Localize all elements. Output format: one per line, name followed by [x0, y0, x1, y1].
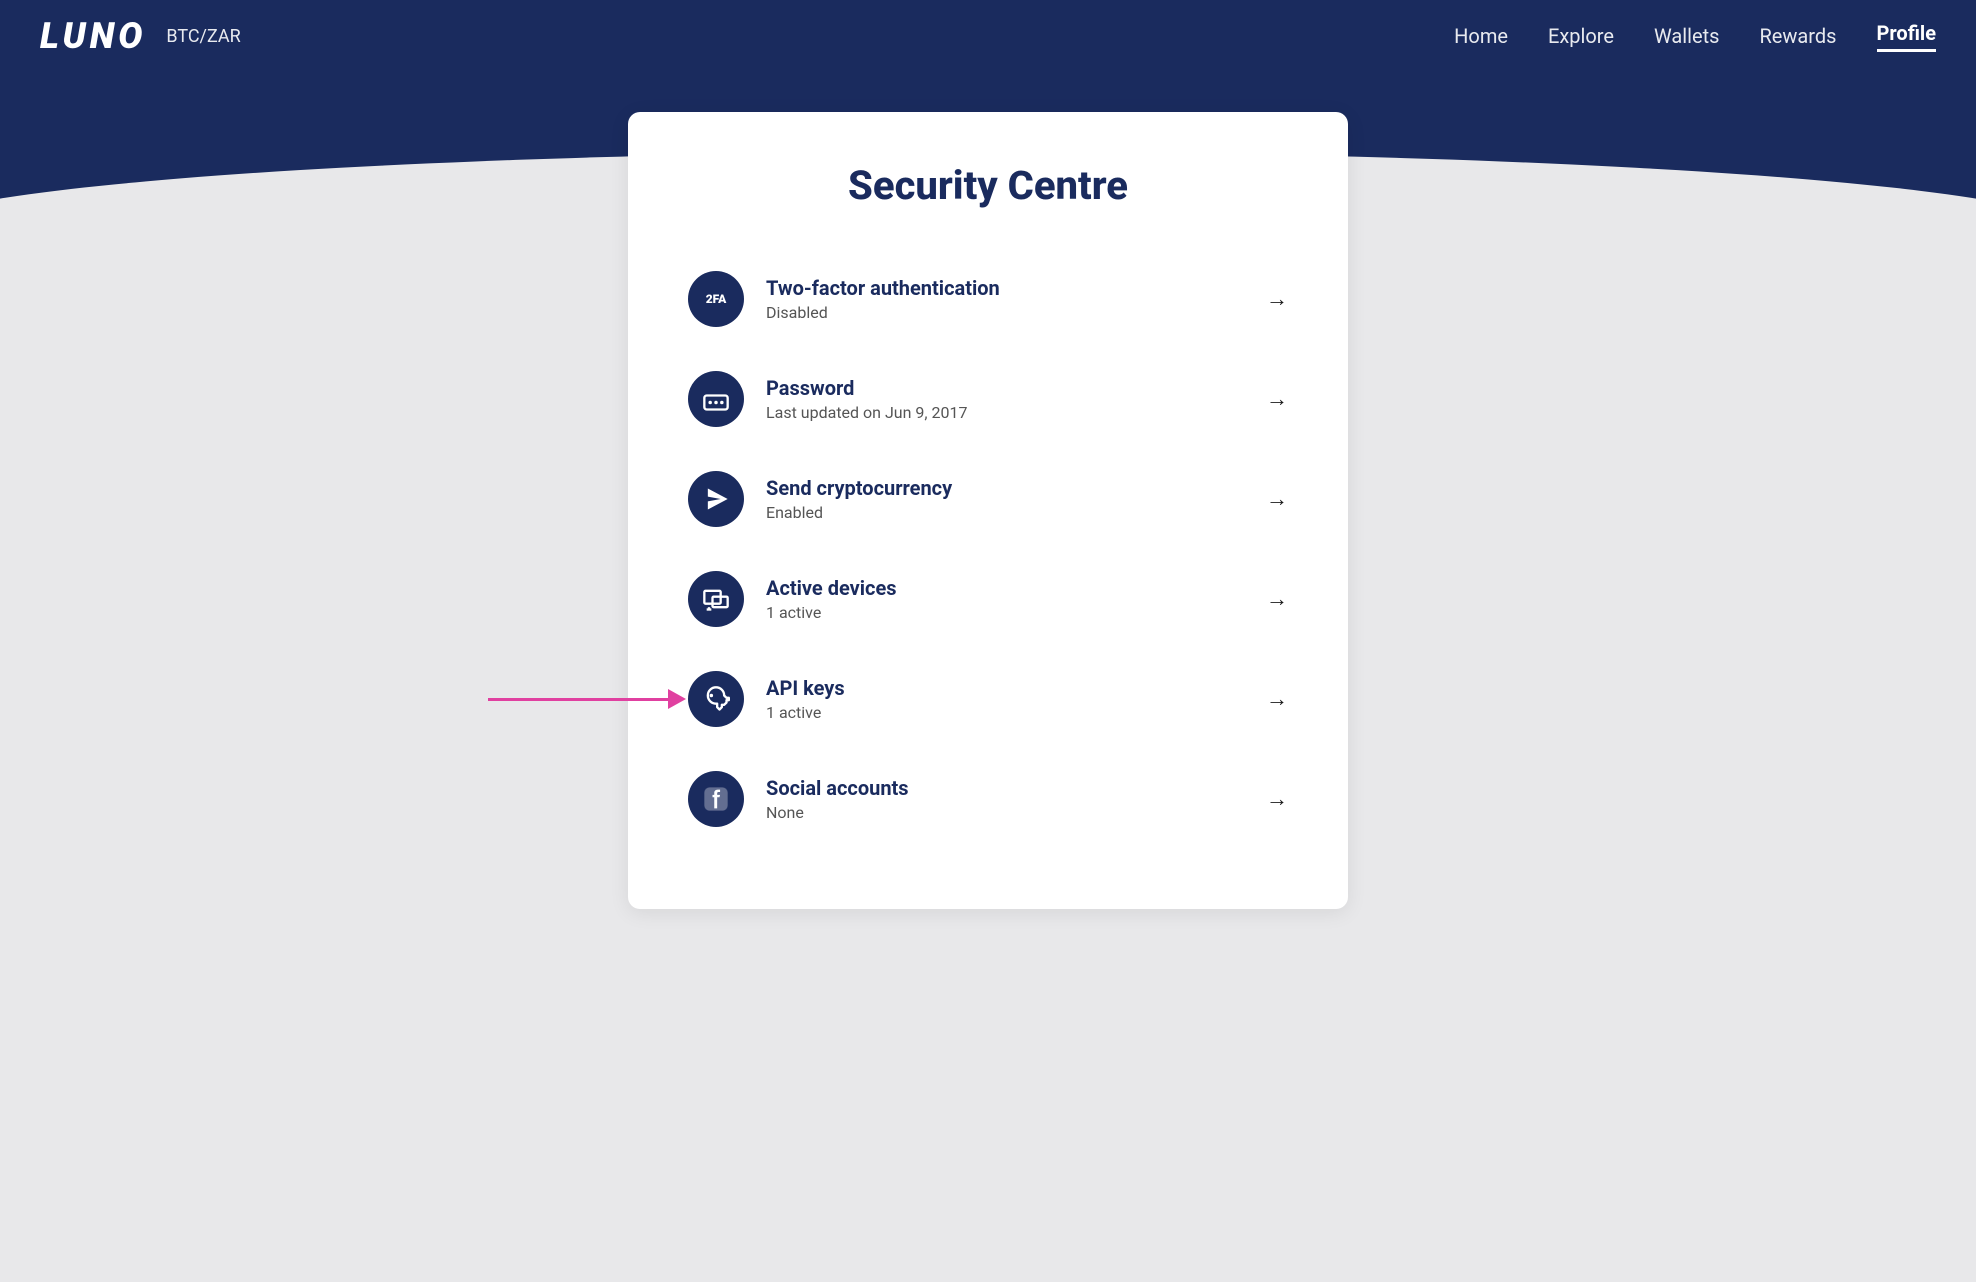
item-subtitle-social-accounts: None: [766, 803, 1256, 822]
item-title-social-accounts: Social accounts: [766, 776, 1256, 800]
arrow-active-devices: →: [1266, 586, 1288, 612]
item-subtitle-password: Last updated on Jun 9, 2017: [766, 403, 1256, 422]
page-title: Security Centre: [688, 162, 1288, 209]
logo-text: luno: [40, 15, 146, 57]
security-card: Security Centre 2FA Two-factor authentic…: [628, 112, 1348, 909]
item-subtitle-active-devices: 1 active: [766, 603, 1256, 622]
icon-social-accounts: [688, 771, 744, 827]
send-icon-svg: [702, 485, 730, 513]
item-text-active-devices: Active devices 1 active: [766, 576, 1256, 622]
item-subtitle-2fa: Disabled: [766, 303, 1256, 322]
security-item-api-keys[interactable]: API keys 1 active →: [688, 649, 1288, 749]
arrow-social-accounts: →: [1266, 786, 1288, 812]
item-subtitle-send-crypto: Enabled: [766, 503, 1256, 522]
item-title-active-devices: Active devices: [766, 576, 1256, 600]
security-item-password[interactable]: Password Last updated on Jun 9, 2017 →: [688, 349, 1288, 449]
navbar: luno BTC/ZAR Home Explore Wallets Reward…: [0, 0, 1976, 72]
item-wrapper-active-devices: Active devices 1 active →: [688, 549, 1288, 649]
icon-api-keys: [688, 671, 744, 727]
item-title-send-crypto: Send cryptocurrency: [766, 476, 1256, 500]
api-icon-svg: [702, 685, 730, 713]
security-list: 2FA Two-factor authentication Disabled →: [688, 249, 1288, 849]
nav-currency: BTC/ZAR: [166, 26, 240, 47]
nav-link-profile[interactable]: Profile: [1877, 21, 1937, 52]
nav-link-home[interactable]: Home: [1454, 24, 1508, 48]
logo-area: luno BTC/ZAR: [40, 15, 241, 57]
social-icon-svg: [702, 785, 730, 813]
security-item-send-crypto[interactable]: Send cryptocurrency Enabled →: [688, 449, 1288, 549]
arrow-password: →: [1266, 386, 1288, 412]
security-item-active-devices[interactable]: Active devices 1 active →: [688, 549, 1288, 649]
nav-link-rewards[interactable]: Rewards: [1759, 24, 1836, 48]
nav-link-explore[interactable]: Explore: [1548, 24, 1614, 48]
content-area: Security Centre 2FA Two-factor authentic…: [0, 232, 1976, 909]
item-text-api-keys: API keys 1 active: [766, 676, 1256, 722]
devices-icon-svg: [702, 585, 730, 613]
item-wrapper-api-keys: API keys 1 active →: [688, 649, 1288, 749]
annotation-arrow: [488, 689, 686, 709]
arrow-api-keys: →: [1266, 686, 1288, 712]
item-title-api-keys: API keys: [766, 676, 1256, 700]
icon-send-crypto: [688, 471, 744, 527]
item-text-2fa: Two-factor authentication Disabled: [766, 276, 1256, 322]
item-wrapper-send-crypto: Send cryptocurrency Enabled →: [688, 449, 1288, 549]
password-icon-svg: [702, 385, 730, 413]
icon-password: [688, 371, 744, 427]
icon-2fa: 2FA: [688, 271, 744, 327]
item-wrapper-social-accounts: Social accounts None →: [688, 749, 1288, 849]
arrow-head: [668, 689, 686, 709]
nav-links: Home Explore Wallets Rewards Profile: [1454, 21, 1936, 52]
item-title-password: Password: [766, 376, 1256, 400]
arrow-line: [488, 698, 668, 701]
item-text-send-crypto: Send cryptocurrency Enabled: [766, 476, 1256, 522]
item-text-social-accounts: Social accounts None: [766, 776, 1256, 822]
item-title-2fa: Two-factor authentication: [766, 276, 1256, 300]
main-content: Security Centre 2FA Two-factor authentic…: [0, 232, 1976, 989]
arrow-send-crypto: →: [1266, 486, 1288, 512]
item-wrapper-password: Password Last updated on Jun 9, 2017 →: [688, 349, 1288, 449]
item-subtitle-api-keys: 1 active: [766, 703, 1256, 722]
item-text-password: Password Last updated on Jun 9, 2017: [766, 376, 1256, 422]
nav-link-wallets[interactable]: Wallets: [1654, 24, 1720, 48]
security-item-2fa[interactable]: 2FA Two-factor authentication Disabled →: [688, 249, 1288, 349]
item-wrapper-2fa: 2FA Two-factor authentication Disabled →: [688, 249, 1288, 349]
icon-active-devices: [688, 571, 744, 627]
security-item-social-accounts[interactable]: Social accounts None →: [688, 749, 1288, 849]
arrow-2fa: →: [1266, 286, 1288, 312]
